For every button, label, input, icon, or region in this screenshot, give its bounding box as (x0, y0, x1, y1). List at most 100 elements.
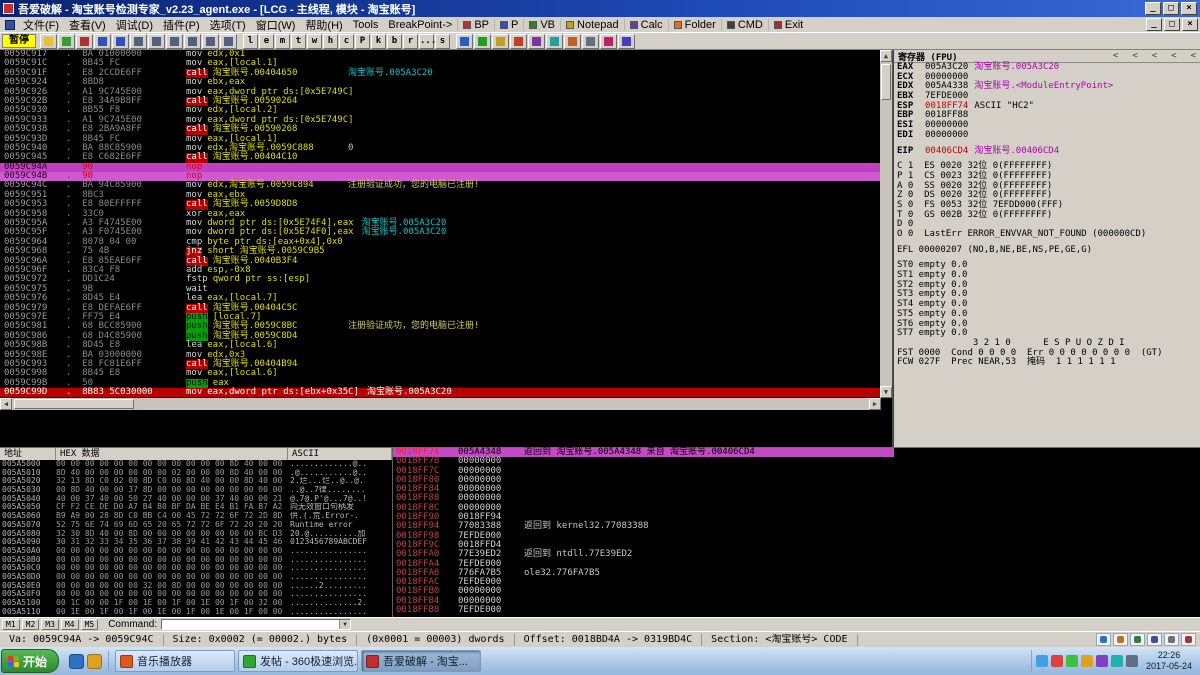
menu-BreakPoint->[interactable]: BreakPoint-> (383, 19, 457, 31)
window-close-button[interactable]: × (1181, 2, 1197, 15)
taskbar-clock[interactable]: 22:26 2017-05-24 (1142, 650, 1200, 672)
plugin-8-button[interactable] (582, 33, 599, 49)
plugin-4-button[interactable] (510, 33, 527, 49)
plugin-5-button[interactable] (528, 33, 545, 49)
menu-帮助(H)[interactable]: 帮助(H) (300, 17, 347, 33)
registers-pane-button-4[interactable]: < (1191, 51, 1196, 61)
disasm-row[interactable]: 0059C975. 9B wait (0, 284, 881, 294)
tray-1-icon[interactable] (1035, 655, 1048, 667)
view-button-s[interactable]: s (435, 33, 450, 49)
view-button-t[interactable]: t (291, 33, 306, 49)
command-input[interactable]: ▼ (161, 619, 352, 630)
quicklaunch-browser-icon[interactable] (69, 653, 85, 669)
menu-插件(P)[interactable]: 插件(P) (158, 17, 205, 33)
pause-button[interactable] (112, 33, 129, 49)
scroll-up-icon[interactable]: ▲ (880, 50, 892, 62)
camera-button[interactable] (1130, 633, 1145, 646)
plugin-7-button[interactable] (564, 33, 581, 49)
trace-over-button[interactable] (184, 33, 201, 49)
pen-button[interactable] (1113, 633, 1128, 646)
taskbar-task-2[interactable]: 吾爱破解 - 淘宝... (361, 650, 482, 672)
plugin-6-button[interactable] (546, 33, 563, 49)
plugin-2-button[interactable] (474, 33, 491, 49)
registers-pane-button-1[interactable]: < (1132, 51, 1137, 61)
bookmark-button-m1[interactable]: M1 (2, 619, 20, 630)
registers-pane-button-2[interactable]: < (1152, 51, 1157, 61)
menu-查看(V)[interactable]: 查看(V) (64, 17, 111, 33)
view-button-b[interactable]: b (387, 33, 402, 49)
menu-shortcut-notepad[interactable]: Notepad (560, 18, 624, 31)
view-button-h[interactable]: h (323, 33, 338, 49)
open-button[interactable] (40, 33, 57, 49)
view-button-...[interactable]: ... (419, 33, 436, 49)
restart-button[interactable] (58, 33, 75, 49)
register-line[interactable]: EFL 00000207 (NO,B,NE,BE,NS,PE,GE,G) (894, 245, 1200, 256)
tray-6-icon[interactable] (1110, 655, 1123, 667)
menu-shortcut-bp[interactable]: BP (457, 18, 494, 31)
view-button-r[interactable]: r (403, 33, 418, 49)
menu-shortcut-vb[interactable]: VB (523, 18, 560, 31)
disasm-row[interactable]: 0059C96F. 83C4 F8 add esp,-0x8 (0, 265, 881, 275)
disasm-row[interactable]: 0059C998. 8B45 E8 mov eax,[local.6] (0, 368, 881, 378)
disasm-row[interactable]: 0059C993. E8 FC81E6FF call 淘宝账号.00404B94 (0, 359, 881, 370)
plugin-10-button[interactable] (618, 33, 635, 49)
quicklaunch-media-icon[interactable] (87, 653, 103, 669)
bookmark-button-m2[interactable]: M2 (21, 619, 40, 630)
plugin-9-button[interactable] (600, 33, 617, 49)
menu-shortcut-folder[interactable]: Folder (667, 18, 721, 31)
menu-窗口(W)[interactable]: 窗口(W) (251, 17, 301, 33)
bookmark-button-m5[interactable]: M5 (80, 619, 99, 630)
mdi-close-button[interactable]: × (1182, 18, 1198, 31)
stack-row[interactable]: 0018FFB8 7EFDE000 (393, 605, 894, 615)
view-button-P[interactable]: P (355, 33, 370, 49)
disasm-row[interactable]: 0059C953. E8 80EFFFFF call 淘宝账号.0059D8D8 (0, 199, 881, 210)
window-minimize-button[interactable]: _ (1145, 2, 1161, 15)
disasm-row[interactable]: 0059C917. BA 01000000 mov edx,0x1 (0, 50, 881, 59)
disasm-row[interactable]: 0059C972. DD1C24 fstp qword ptr ss:[esp] (0, 274, 881, 284)
window-maximize-button[interactable]: □ (1163, 2, 1179, 15)
register-line[interactable]: EDI 00000000 (894, 130, 1200, 141)
menu-shortcut-cmd[interactable]: CMD (720, 18, 768, 31)
view-button-l[interactable]: l (243, 33, 258, 49)
menu-Tools[interactable]: Tools (348, 19, 384, 31)
tray-4-icon[interactable] (1080, 655, 1093, 667)
disasm-row[interactable]: 0059C94A 90 nop (0, 162, 881, 173)
disasm-horizontal-scrollbar[interactable]: ◀ ▶ (0, 398, 881, 410)
plugin-3-button[interactable] (492, 33, 509, 49)
registers-pane[interactable]: 寄存器 (FPU) < < < < < EAX 005A3C20 淘宝账号.005A3C20… (893, 50, 1200, 447)
view-button-m[interactable]: m (275, 33, 290, 49)
register-line[interactable]: FCW 027F Prec NEAR,53 掩码 1 1 1 1 1 1 (894, 358, 1200, 368)
scroll-left-icon[interactable]: ◀ (0, 398, 12, 410)
menu-shortcut-p[interactable]: P (494, 18, 523, 31)
start-button[interactable]: 开始 (1, 649, 60, 673)
bookmark-button-m4[interactable]: M4 (60, 619, 79, 630)
disasm-row[interactable]: 0059C91F. E8 2CCDE6FF call 淘宝账号.00404650 淘宝… (0, 68, 881, 79)
disasm-row[interactable]: 0059C945. E8 C682E6FF call 淘宝账号.00404C10 (0, 152, 881, 163)
scroll-down-icon[interactable]: ▼ (880, 386, 892, 398)
until-return-button[interactable] (202, 33, 219, 49)
stack-pane[interactable]: 0018FF74 005A4348 返回到 淘宝账号.005A4348 来自 淘宝账… (392, 447, 1200, 617)
view-button-e[interactable]: e (259, 33, 274, 49)
register-line[interactable]: T 0 GS 002B 32位 0(FFFFFFFF) (894, 210, 1200, 221)
run-button[interactable] (94, 33, 111, 49)
step-over-button[interactable] (148, 33, 165, 49)
taskbar-task-1[interactable]: 发帖 - 360极速浏览... (238, 650, 359, 672)
step-into-button[interactable] (130, 33, 147, 49)
tray-3-icon[interactable] (1065, 655, 1078, 667)
plugin-1-button[interactable] (456, 33, 473, 49)
close-button[interactable] (1181, 633, 1196, 646)
magnifier-button[interactable] (1096, 633, 1111, 646)
command-dropdown-icon[interactable]: ▼ (339, 620, 351, 629)
mdi-minimize-button[interactable]: _ (1146, 18, 1162, 31)
view-button-k[interactable]: k (371, 33, 386, 49)
scroll-thumb-horizontal[interactable] (14, 399, 134, 409)
bookmark-button-m3[interactable]: M3 (41, 619, 59, 630)
tray-5-icon[interactable] (1095, 655, 1108, 667)
disasm-row[interactable]: 0059C964. 8078 04 00 cmp byte ptr ds:[eax+… (0, 237, 881, 247)
close-button[interactable] (76, 33, 93, 49)
disassembly-pane[interactable]: 0059C917. BA 01000000 mov edx,0x1 0059C91C.… (0, 50, 893, 447)
menu-调试(D)[interactable]: 调试(D) (111, 17, 158, 33)
goto-button[interactable] (220, 33, 237, 49)
view-button-c[interactable]: c (339, 33, 354, 49)
tray-2-icon[interactable] (1050, 655, 1063, 667)
